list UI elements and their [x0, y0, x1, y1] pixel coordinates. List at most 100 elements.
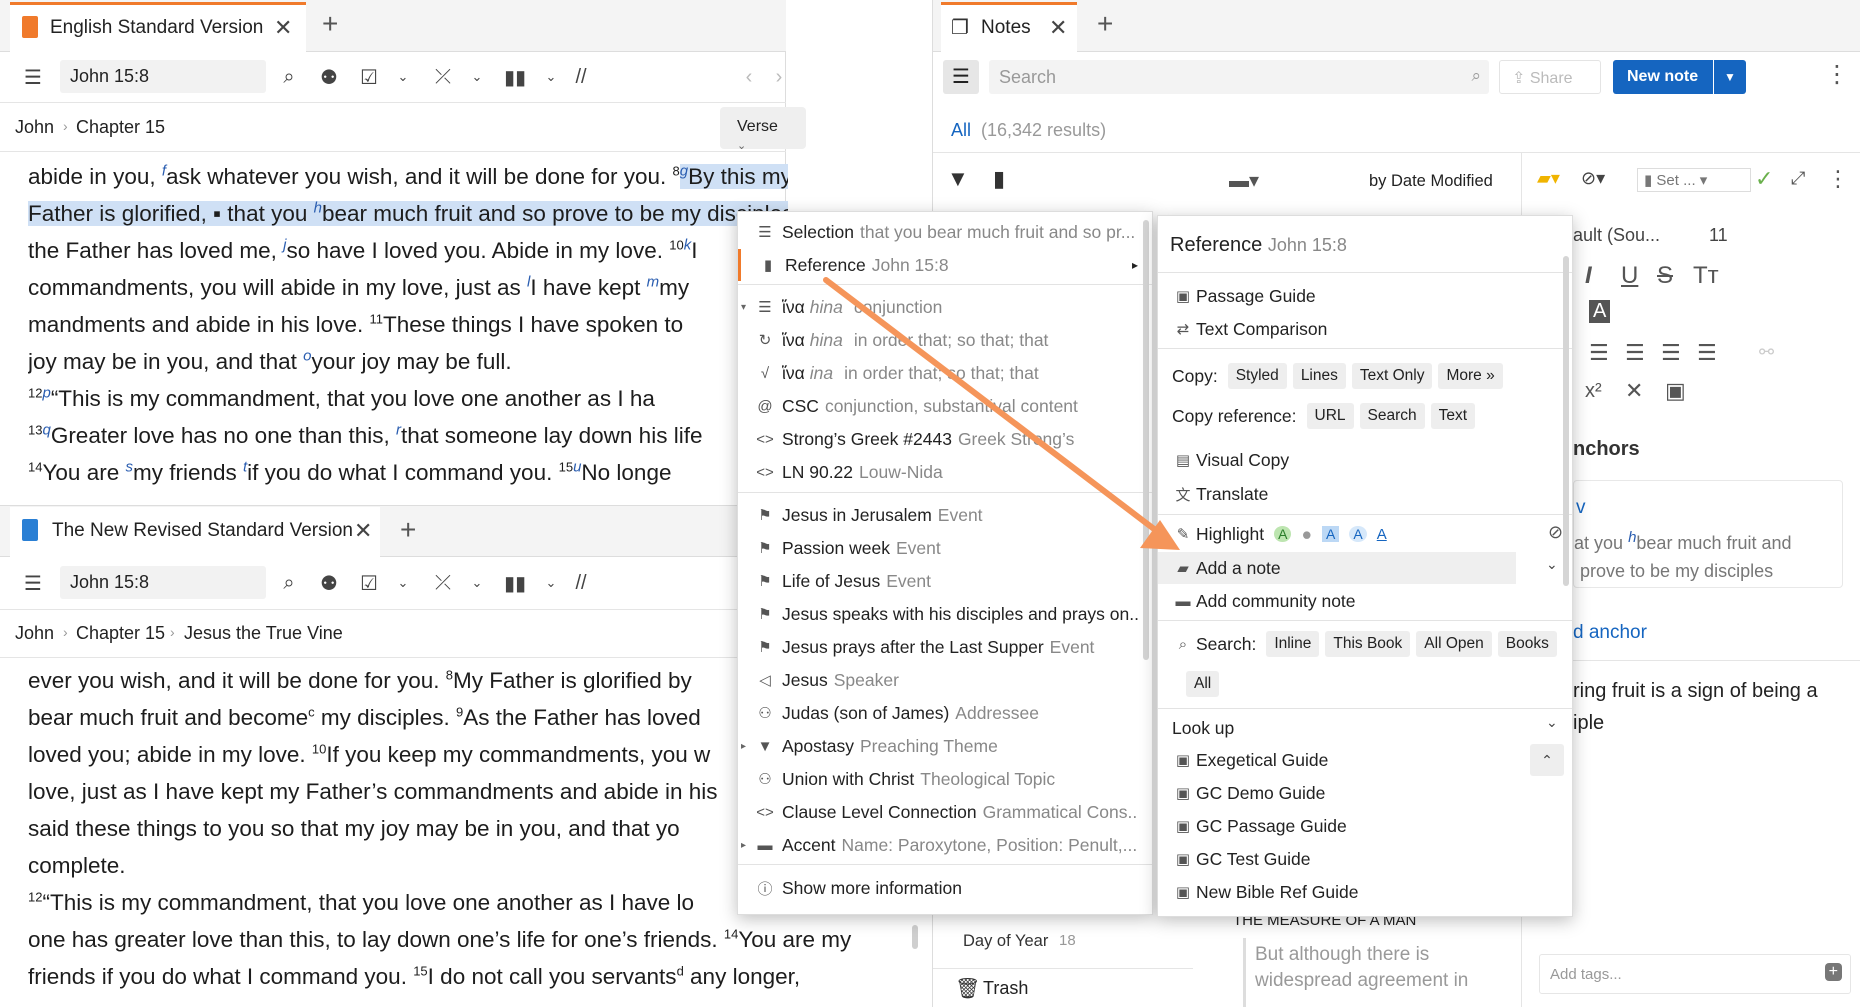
chevron-down-icon[interactable]: ⌄	[1546, 714, 1558, 731]
anchor-reference[interactable]: v	[1576, 497, 1586, 519]
context-menu-item[interactable]: ⚑ Jesus prays after the Last Supper Event	[738, 631, 1138, 663]
chevron-down-icon[interactable]: ⌄	[536, 568, 566, 598]
checkbox-icon[interactable]: ☑	[354, 568, 384, 598]
verse-line[interactable]: Father is glorified, ▪ that you hbear mu…	[28, 195, 788, 232]
translate-item[interactable]: 文 Translate	[1158, 478, 1572, 510]
context-menu-item[interactable]: ⚑ Jesus in Jerusalem Event	[738, 499, 1138, 531]
image-icon[interactable]: ▣	[1665, 378, 1686, 404]
chip-button[interactable]: Books	[1497, 631, 1557, 657]
clear-format-icon[interactable]: ✕	[1625, 378, 1643, 404]
verse-line[interactable]: the Father has loved me, jso have I love…	[28, 232, 788, 269]
font-size-select[interactable]: 11	[1709, 225, 1728, 246]
clear-icon[interactable]: ⊘▾	[1581, 168, 1605, 189]
chip-button[interactable]: Lines	[1292, 363, 1346, 389]
forward-icon[interactable]: ›	[764, 62, 794, 92]
chevron-down-icon[interactable]: ⌄	[462, 62, 492, 92]
notebook-icon[interactable]: ▮	[993, 166, 1005, 192]
context-menu-item[interactable]: @ CSC conjunction, substantival content	[738, 390, 1138, 422]
chip-button[interactable]: Inline	[1266, 631, 1320, 657]
expand-icon[interactable]: ⤢	[1791, 168, 1805, 189]
context-menu-item[interactable]: ◁ Jesus Speaker	[738, 664, 1138, 696]
scrollbar[interactable]	[1143, 220, 1149, 660]
divider-icon[interactable]: //	[566, 568, 596, 598]
text-comparison-item[interactable]: ⇄ Text Comparison	[1158, 313, 1572, 345]
share-button[interactable]: ⇪ Share	[1499, 60, 1601, 94]
visual-copy-item[interactable]: ▤ Visual Copy	[1158, 444, 1572, 476]
context-menu-item[interactable]: ⚇ Judas (son of James) Addressee	[738, 697, 1138, 729]
context-menu-item[interactable]: √ ἵνα ina in order that; so that; that	[738, 357, 1138, 389]
chip-button[interactable]: This Book	[1325, 631, 1411, 657]
add-tab-icon[interactable]: +	[400, 514, 416, 546]
chevron-up-icon[interactable]: ⌃	[1530, 744, 1564, 776]
add-tag-icon[interactable]: +	[1824, 963, 1842, 981]
chevron-down-icon[interactable]: ⌄	[462, 568, 492, 598]
note-body[interactable]: iple	[1573, 712, 1604, 735]
verse-line[interactable]: joy may be in you, and that oyour joy ma…	[28, 343, 788, 380]
highlight-blue-box-icon[interactable]: A	[1322, 526, 1340, 542]
scrollbar[interactable]	[912, 925, 918, 949]
sort-dropdown[interactable]: by Date Modified	[1369, 172, 1493, 191]
verse-dropdown[interactable]: Verse ⌄	[720, 107, 806, 152]
tags-input[interactable]: Add tags... +	[1539, 954, 1851, 994]
layout-icon[interactable]: ▬▾	[1229, 168, 1259, 193]
more-icon[interactable]: ⋮	[1825, 60, 1849, 89]
highlight-underline-icon[interactable]: A	[1377, 526, 1387, 543]
new-note-dropdown[interactable]: ▼	[1714, 60, 1746, 94]
chevron-down-icon[interactable]: ⌄	[388, 62, 418, 92]
search-icon[interactable]: ⌕	[274, 62, 304, 92]
chip-button[interactable]: All Open	[1416, 631, 1492, 657]
filter-all[interactable]: All	[951, 120, 971, 141]
close-icon[interactable]: ✕	[274, 15, 292, 41]
checkbox-icon[interactable]: ☑	[354, 62, 384, 92]
scrollbar[interactable]	[1563, 256, 1569, 586]
notebook-select[interactable]: ▮ Set ... ▾	[1637, 168, 1751, 192]
context-menu-item[interactable]: ☰ Selection that you bear much fruit and s…	[738, 216, 1138, 248]
highlight-blue-icon[interactable]: A	[1349, 526, 1367, 542]
superscript-icon[interactable]: x²	[1585, 380, 1602, 403]
add-anchor-link[interactable]: d anchor	[1573, 622, 1647, 644]
check-icon[interactable]: ✓	[1755, 166, 1773, 192]
search-icon[interactable]: ⌕	[274, 568, 304, 598]
context-menu-item[interactable]: ⓘ Show more information	[738, 872, 1138, 904]
clear-highlight-icon[interactable]: ⊘	[1548, 522, 1563, 543]
indent-icon[interactable]: ☰	[1697, 340, 1717, 366]
underline-icon[interactable]: U	[1621, 262, 1638, 290]
verse-line[interactable]: one has greater love than this, to lay d…	[28, 921, 908, 958]
new-note-button[interactable]: New note	[1613, 60, 1713, 94]
verse-line[interactable]: 14You are smy friends tif you do what I …	[28, 454, 788, 491]
font-select[interactable]: ault (Sou...	[1573, 225, 1660, 246]
context-menu-item[interactable]: ▸ ▬ Accent Name: Paroxytone, Position: Penu…	[738, 829, 1138, 861]
numbered-list-icon[interactable]: ☰	[1625, 340, 1645, 366]
divider-icon[interactable]: //	[566, 62, 596, 92]
verse-line[interactable]: 12p“This is my commandment, that you lov…	[28, 380, 788, 417]
reference-input[interactable]: John 15:8	[60, 566, 266, 599]
context-menu-item[interactable]: <> LN 90.22 Louw-Nida	[738, 456, 1138, 488]
add-tab-icon[interactable]: +	[1097, 8, 1113, 40]
more-icon[interactable]: ⋮	[1827, 166, 1849, 192]
parallel-icon[interactable]: ▮▮	[500, 62, 530, 92]
back-icon[interactable]: ‹	[734, 62, 764, 92]
italic-icon[interactable]: I	[1585, 262, 1592, 290]
tab-notes[interactable]: ❐ Notes ✕	[941, 2, 1077, 52]
chevron-down-icon[interactable]: ⌄	[1546, 556, 1558, 573]
context-menu-item[interactable]: ▮ Reference John 15:8 ▸	[738, 249, 1138, 281]
visual-filter-icon[interactable]: ⚉	[314, 62, 344, 92]
verse-line[interactable]: mandments and abide in his love. 11These…	[28, 306, 788, 343]
expand-caret-icon[interactable]: ▸	[741, 840, 746, 851]
highlight-person-icon[interactable]: ●	[1301, 524, 1312, 545]
tab-esv[interactable]: English Standard Version ✕	[10, 2, 306, 52]
context-menu-item[interactable]: ↻ ἵνα hina in order that; so that; that	[738, 324, 1138, 356]
add-note-item[interactable]: ▰ Add a note	[1158, 552, 1516, 584]
add-tab-icon[interactable]: +	[322, 8, 338, 40]
passage-guide-item[interactable]: ▣ Passage Guide	[1158, 280, 1572, 312]
context-menu-item[interactable]: ⚇ Union with Christ Theological Topic	[738, 763, 1138, 795]
context-menu-item[interactable]: ▸ ▼ Apostasy Preaching Theme	[738, 730, 1138, 762]
context-menu-item[interactable]: ⚑ Jesus speaks with his disciples and pra…	[738, 598, 1138, 630]
highlight-green-icon[interactable]: A	[1274, 526, 1292, 542]
chevron-down-icon[interactable]: ⌄	[388, 568, 418, 598]
menu-icon[interactable]: ☰	[18, 568, 48, 598]
menu-icon[interactable]: ☰	[18, 62, 48, 92]
close-icon[interactable]: ✕	[354, 518, 372, 544]
chip-button[interactable]: Search	[1359, 403, 1425, 429]
context-menu-item[interactable]: ▾ ☰ ἵνα hina conjunction	[738, 291, 1138, 323]
